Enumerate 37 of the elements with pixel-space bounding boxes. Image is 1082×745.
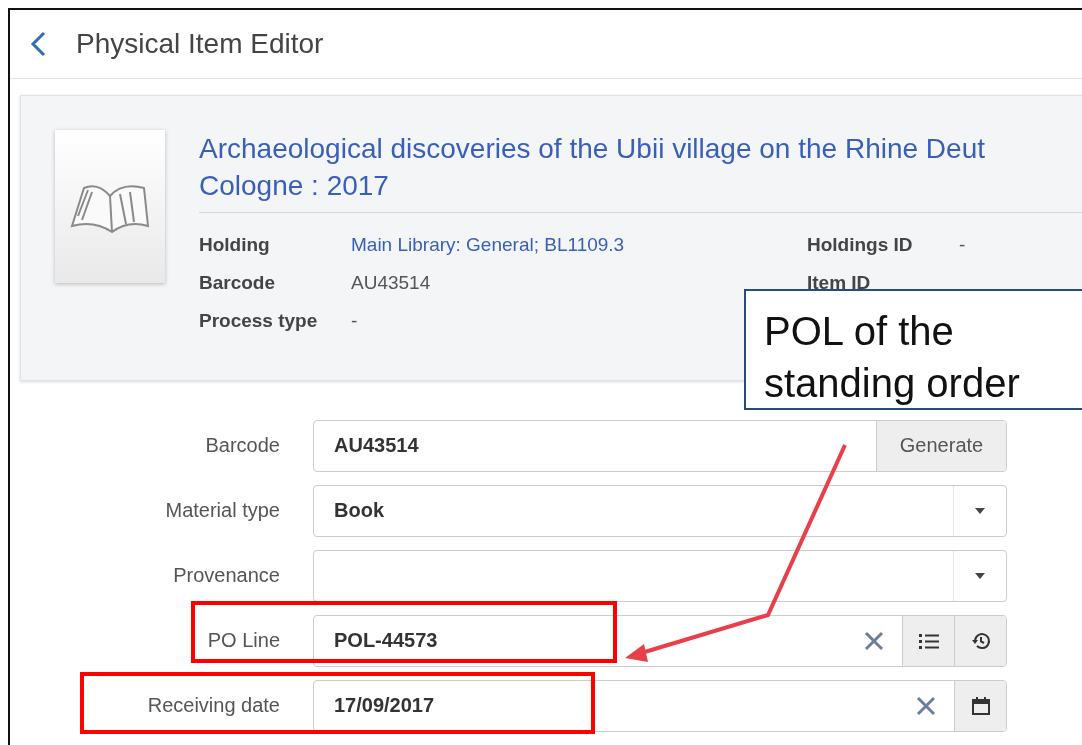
input-field[interactable]: AU43514 Generate [313, 419, 1007, 472]
list-button[interactable] [902, 615, 954, 666]
input-field[interactable]: POL-44573 [313, 614, 1007, 667]
generate-button[interactable]: Generate [876, 420, 1006, 471]
history-button[interactable] [954, 615, 1006, 666]
clear-icon[interactable] [916, 695, 936, 716]
field-label: Material type [164, 499, 281, 522]
detail-label: Holdings ID [807, 233, 914, 257]
input-field[interactable]: 17/09/2017 [313, 679, 1007, 732]
calendar-button[interactable] [954, 680, 1006, 731]
record-title[interactable]: Archaeological discoveries of the Ubii village on the Rhine Deut Cologne : 2017 [199, 130, 1082, 204]
clear-icon[interactable] [864, 630, 884, 651]
field-label: Provenance [172, 564, 281, 587]
field-value: Book [333, 499, 385, 522]
detail-label: Process type [199, 309, 319, 333]
caret-icon[interactable] [975, 572, 985, 579]
detail-label: Holding [199, 233, 271, 257]
field-value: POL-44573 [333, 629, 439, 652]
callout: POL of the standing order [744, 289, 1082, 410]
back-icon[interactable] [30, 31, 46, 57]
dropdown-field[interactable] [313, 549, 1007, 602]
dropdown-field[interactable]: Book [313, 484, 1007, 537]
field-value: AU43514 [333, 434, 420, 457]
field-value: 17/09/2017 [333, 694, 436, 717]
field-label: Barcode [204, 434, 281, 457]
list-icon [918, 632, 939, 649]
detail-value: - [351, 309, 358, 333]
detail-label: Barcode [199, 271, 277, 295]
page-title: Physical Item Editor [76, 28, 324, 60]
history-icon [970, 630, 991, 651]
caret-icon[interactable] [975, 507, 985, 514]
calendar-icon [970, 695, 991, 716]
detail-value: AU43514 [351, 271, 431, 295]
field-label: PO Line [206, 629, 281, 652]
detail-value: - [959, 233, 966, 257]
field-label: Receiving date [146, 694, 281, 717]
holding-link[interactable]: Main Library: General; BL1109.3 [351, 233, 625, 257]
